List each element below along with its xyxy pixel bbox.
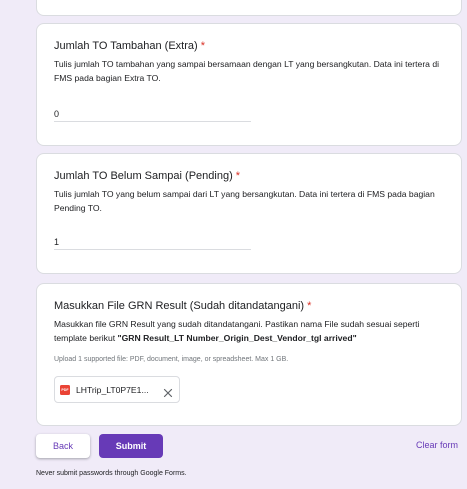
question-title: Masukkan File GRN Result (Sudah ditandat… bbox=[54, 300, 311, 312]
previous-question-card bbox=[36, 0, 462, 16]
question-title: Jumlah TO Tambahan (Extra) * bbox=[54, 40, 205, 52]
back-button[interactable]: Back bbox=[36, 434, 90, 458]
question-title-text: Masukkan File GRN Result (Sudah ditandat… bbox=[54, 300, 305, 312]
question-card-extra-to: Jumlah TO Tambahan (Extra) * Tulis jumla… bbox=[36, 23, 462, 146]
submit-button[interactable]: Submit bbox=[99, 434, 163, 458]
question-card-pending-to: Jumlah TO Belum Sampai (Pending) * Tulis… bbox=[36, 153, 462, 274]
required-asterisk: * bbox=[307, 300, 312, 312]
pdf-file-icon: PDF bbox=[60, 384, 70, 395]
question-title-text: Jumlah TO Tambahan (Extra) bbox=[54, 40, 198, 52]
question-card-grn-upload: Masukkan File GRN Result (Sudah ditandat… bbox=[36, 283, 462, 426]
uploaded-file-chip[interactable]: PDF LHTrip_LT0P7E1... bbox=[54, 376, 180, 403]
close-icon[interactable] bbox=[163, 385, 173, 398]
required-asterisk: * bbox=[235, 170, 241, 182]
upload-hint: Upload 1 supported file: PDF, document, … bbox=[54, 356, 289, 363]
uploaded-file-name: LHTrip_LT0P7E1... bbox=[76, 384, 149, 395]
question-description: Tulis jumlah TO yang belum sampai dari L… bbox=[54, 189, 435, 213]
question-title-text: Jumlah TO Belum Sampai (Pending) bbox=[54, 170, 233, 182]
required-asterisk: * bbox=[200, 40, 206, 52]
answer-input-extra-to[interactable]: 0 bbox=[54, 106, 251, 122]
answer-input-pending-to[interactable]: 1 bbox=[54, 234, 251, 250]
filename-template: "GRN Result_LT Number_Origin_Dest_Vendor… bbox=[117, 333, 357, 343]
clear-form-button[interactable]: Clear form bbox=[416, 440, 458, 450]
question-title: Jumlah TO Belum Sampai (Pending) * bbox=[54, 170, 240, 182]
question-description: Tulis jumlah TO tambahan yang sampai ber… bbox=[54, 59, 440, 83]
password-warning: Never submit passwords through Google Fo… bbox=[36, 470, 187, 477]
question-description: Masukkan file GRN Result yang sudah dita… bbox=[54, 317, 446, 345]
